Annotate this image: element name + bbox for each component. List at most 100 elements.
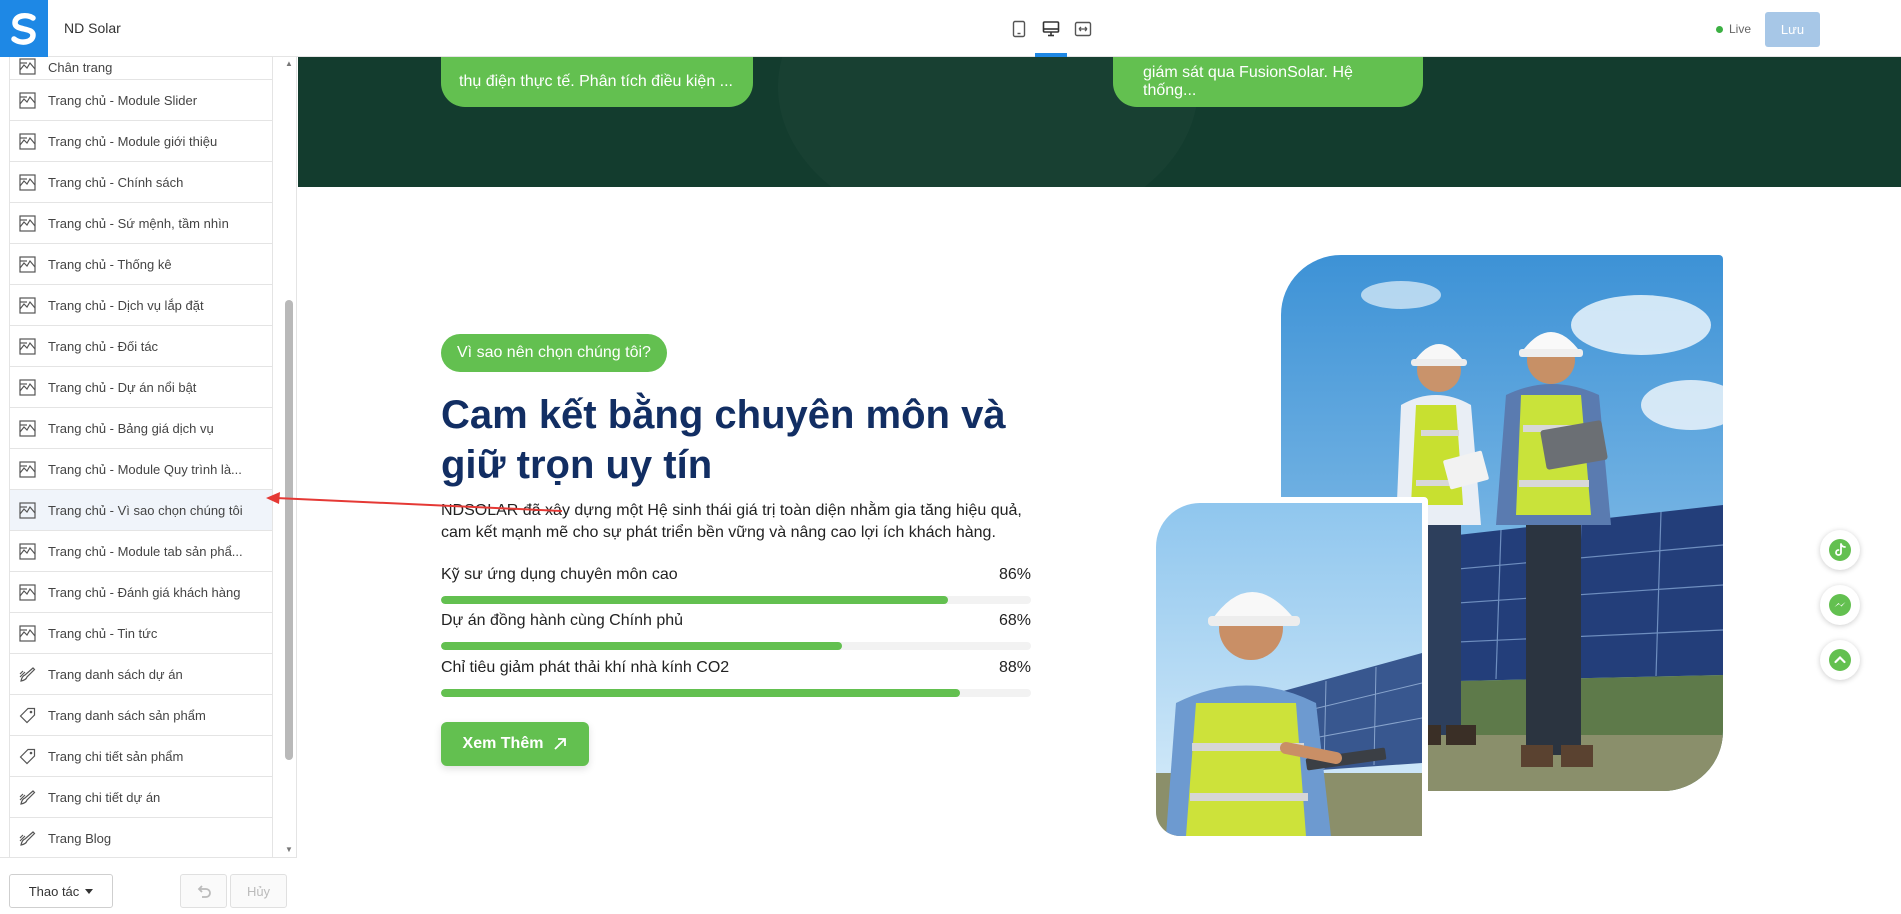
sidebar-item[interactable]: Trang Blog: [9, 818, 273, 857]
sidebar-item[interactable]: Trang chủ - Sứ mệnh, tầm nhìn: [9, 203, 273, 244]
app-logo[interactable]: [0, 0, 48, 57]
scroll-top-icon: [1829, 649, 1851, 671]
sidebar-item[interactable]: Trang chủ - Module tab sản phẩ...: [9, 531, 273, 572]
layout-icon: [19, 173, 36, 191]
section-heading: Cam kết bằng chuyên môn và giữ trọn uy t…: [441, 393, 1006, 487]
page-preview[interactable]: thụ điện thực tế. Phân tích điều kiện ..…: [298, 57, 1901, 914]
sidebar-item[interactable]: Trang chủ - Chính sách: [9, 162, 273, 203]
layout-icon: [19, 460, 36, 478]
fullwidth-icon: [1074, 21, 1092, 36]
scrollbar-thumb[interactable]: [285, 300, 293, 760]
layout-icon: [19, 542, 36, 560]
sidebar-item[interactable]: Trang chủ - Thống kê: [9, 244, 273, 285]
sidebar-item-label: Trang chủ - Dự án nổi bật: [48, 379, 197, 395]
sidebar-item[interactable]: Trang danh sách dự án: [9, 654, 273, 695]
sidebar: Chân trang Trang chủ - Module Slider Trang…: [0, 57, 297, 914]
previous-section-band: thụ điện thực tế. Phân tích điều kiện ..…: [298, 57, 1901, 187]
layout-icon: [19, 296, 36, 314]
sidebar-item-label: Trang chủ - Dịch vụ lắp đặt: [48, 297, 204, 313]
sidebar-item-label: Trang chủ - Module giới thiệu: [48, 133, 218, 149]
sidebar-item[interactable]: Trang chi tiết dự án: [9, 777, 273, 818]
sidebar-item[interactable]: Trang chủ - Module giới thiệu: [9, 121, 273, 162]
layout-icon: [19, 583, 36, 601]
brush-icon: [19, 666, 36, 683]
sidebar-item-label: Trang chủ - Tin tức: [48, 625, 158, 641]
progress-track: [441, 689, 1031, 697]
progress-track: [441, 642, 1031, 650]
feature-card-left[interactable]: thụ điện thực tế. Phân tích điều kiện ..…: [441, 57, 753, 107]
progress-label: Chỉ tiêu giảm phát thải khí nhà kính CO2: [441, 659, 730, 676]
desktop-view-button[interactable]: [1035, 0, 1067, 57]
see-more-button[interactable]: Xem Thêm: [441, 722, 589, 766]
messenger-icon: [1829, 594, 1851, 616]
device-switcher: [1005, 0, 1097, 57]
sidebar-item[interactable]: Trang chủ - Module Quy trình là...: [9, 449, 273, 490]
progress-bar-emissions: Chỉ tiêu giảm phát thải khí nhà kính CO2…: [441, 659, 1031, 697]
layout-icon: [19, 378, 36, 396]
layout-icon: [19, 624, 36, 642]
sidebar-item[interactable]: Trang chủ - Vì sao chọn chúng tôi: [9, 490, 273, 531]
scroll-down-icon[interactable]: ▼: [284, 845, 294, 855]
sidebar-item[interactable]: Trang chủ - Đánh giá khách hàng: [9, 572, 273, 613]
progress-fill: [441, 596, 949, 604]
tiktok-button[interactable]: [1820, 530, 1860, 570]
engineer-laptop-photo: [1150, 497, 1428, 842]
brush-icon: [19, 789, 36, 806]
caret-down-icon: [85, 888, 94, 894]
progress-value: 68%: [998, 612, 1031, 629]
logo-icon: [11, 12, 36, 45]
tag-icon: [19, 707, 36, 724]
sidebar-item-label: Trang chi tiết dự án: [48, 789, 161, 805]
sidebar-scrollbar[interactable]: ▲ ▼: [283, 57, 295, 857]
fullwidth-view-button[interactable]: [1069, 0, 1097, 57]
sidebar-item[interactable]: Trang chủ - Dự án nổi bật: [9, 367, 273, 408]
actions-label: Thao tác: [28, 883, 80, 899]
sidebar-item-label: Trang chủ - Đối tác: [48, 338, 159, 354]
progress-fill: [441, 689, 961, 697]
layout-icon: [19, 58, 36, 75]
site-name: ND Solar: [64, 20, 121, 36]
cancel-button[interactable]: Hủy: [230, 874, 287, 908]
actions-dropdown[interactable]: Thao tác: [9, 874, 113, 908]
sidebar-item[interactable]: Trang chủ - Tin tức: [9, 613, 273, 654]
sidebar-item[interactable]: Trang chủ - Module Slider: [9, 80, 273, 121]
see-more-label: Xem Thêm: [462, 735, 544, 752]
sidebar-item-label: Trang chủ - Chính sách: [48, 174, 184, 190]
sidebar-item-label: Trang chi tiết sản phẩm: [48, 748, 184, 764]
undo-button[interactable]: [180, 874, 227, 908]
sidebar-item[interactable]: Chân trang: [9, 57, 273, 80]
sidebar-item[interactable]: Trang chủ - Bảng giá dịch vụ: [9, 408, 273, 449]
engineer-laptop-illustration: [1156, 503, 1422, 836]
sidebar-item[interactable]: Trang chủ - Dịch vụ lắp đặt: [9, 285, 273, 326]
sidebar-item-label: Trang chủ - Module tab sản phẩ...: [48, 543, 243, 559]
sidebar-item-label: Trang chủ - Thống kê: [48, 256, 172, 272]
sidebar-item-label: Trang chủ - Vì sao chọn chúng tôi: [48, 502, 243, 518]
sidebar-item-label: Trang chủ - Module Slider: [48, 92, 198, 108]
progress-bar-government: Dự án đồng hành cùng Chính phủ 68%: [441, 612, 1031, 650]
template-list[interactable]: Chân trang Trang chủ - Module Slider Trang…: [9, 57, 273, 857]
tag-icon: [19, 748, 36, 765]
sidebar-item[interactable]: Trang danh sách sản phẩm: [9, 695, 273, 736]
tiktok-icon: [1829, 539, 1851, 561]
layout-icon: [19, 501, 36, 519]
sidebar-item-label: Trang danh sách dự án: [48, 666, 183, 682]
save-button[interactable]: Lưu: [1765, 12, 1820, 47]
messenger-button[interactable]: [1820, 585, 1860, 625]
tablet-icon: [1012, 20, 1026, 37]
arrow-up-right-icon: [554, 738, 567, 750]
progress-fill: [441, 642, 843, 650]
desktop-icon: [1042, 20, 1060, 36]
sidebar-item-label: Trang chủ - Module Quy trình là...: [48, 461, 242, 477]
progress-label: Dự án đồng hành cùng Chính phủ: [441, 612, 684, 629]
progress-value: 88%: [998, 659, 1031, 676]
live-status: Live: [1716, 22, 1751, 36]
feature-card-right[interactable]: giám sát qua FusionSolar. Hệ thống...: [1113, 57, 1423, 107]
progress-label: Kỹ sư ứng dụng chuyên môn cao: [441, 566, 678, 583]
scroll-top-button[interactable]: [1820, 640, 1860, 680]
tablet-view-button[interactable]: [1005, 0, 1033, 57]
scroll-up-icon[interactable]: ▲: [284, 59, 294, 69]
sidebar-item-label: Trang chủ - Đánh giá khách hàng: [48, 584, 241, 600]
sidebar-item[interactable]: Trang chi tiết sản phẩm: [9, 736, 273, 777]
sidebar-item[interactable]: Trang chủ - Đối tác: [9, 326, 273, 367]
top-bar: ND Solar Live Lưu: [0, 0, 1901, 57]
